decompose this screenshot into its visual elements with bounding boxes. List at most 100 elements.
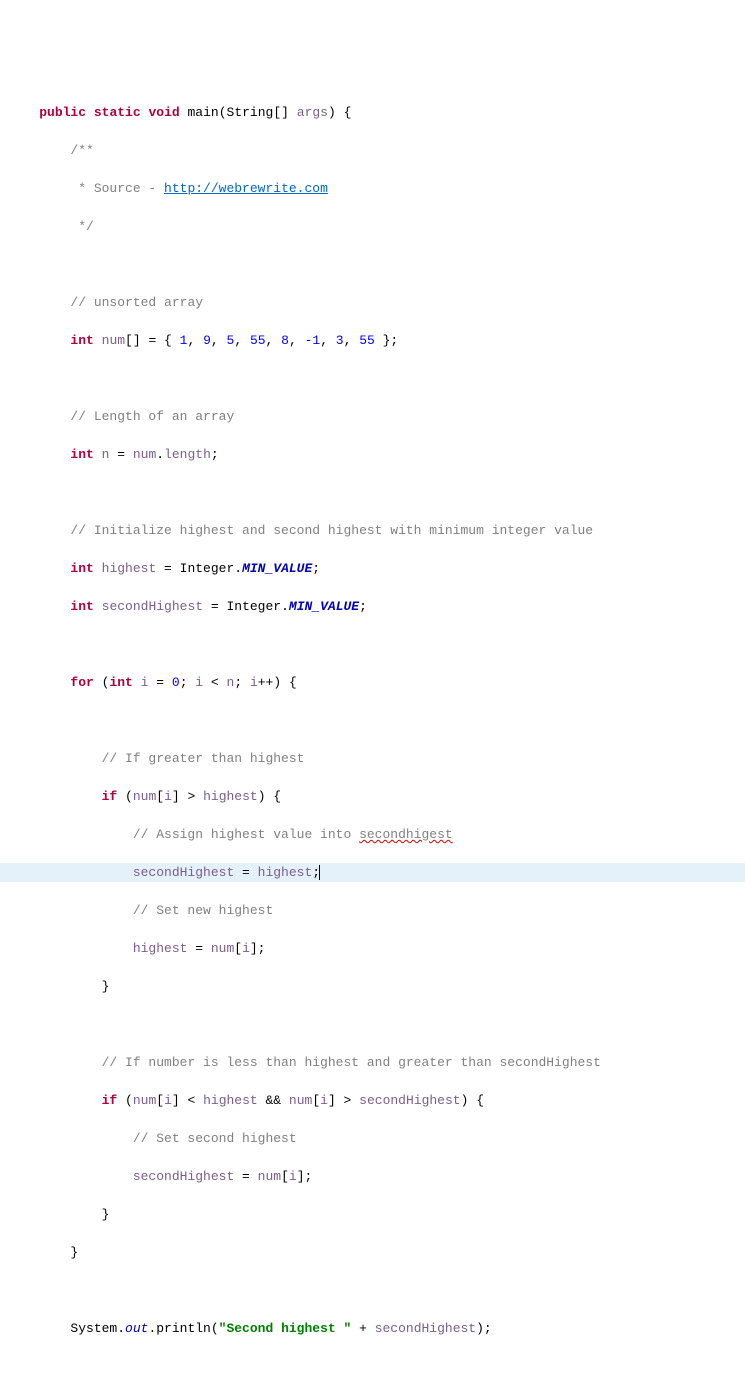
line-comment: // Initialize highest and second highest… [70, 523, 593, 538]
var-secondhighest: secondHighest [133, 1169, 234, 1184]
code-line [0, 1015, 745, 1034]
punct: = [234, 1169, 257, 1184]
punct: ); [476, 1321, 492, 1336]
comma: , [266, 333, 282, 348]
punct: = Integer. [203, 599, 289, 614]
code-line: // Initialize highest and second highest… [0, 521, 745, 540]
var-highest: highest [203, 789, 258, 804]
number-literal: 3 [336, 333, 344, 348]
code-line: System.out.println("Second highest " + s… [0, 1319, 745, 1338]
punct: = Integer. [156, 561, 242, 576]
code-line: // Length of an array [0, 407, 745, 426]
keyword-int: int [70, 599, 93, 614]
code-line: } [0, 1243, 745, 1262]
keyword-void: void [148, 105, 179, 120]
block-comment-close: */ [70, 219, 93, 234]
code-line: // Set new highest [0, 901, 745, 920]
code-line: // Assign highest value into secondhiges… [0, 825, 745, 844]
code-line: // If greater than highest [0, 749, 745, 768]
comma: , [320, 333, 336, 348]
class-system: System. [70, 1321, 125, 1336]
comma: , [234, 333, 250, 348]
bracket: [ [281, 1169, 289, 1184]
close-brace: } [70, 1245, 78, 1260]
bracket: [ [156, 1093, 164, 1108]
number-literal: 0 [172, 675, 180, 690]
code-line-current: secondHighest = highest; [0, 863, 745, 882]
semicolon: ; [312, 561, 320, 576]
keyword-if: if [102, 789, 118, 804]
number-literal: -1 [305, 333, 321, 348]
type-string: String [227, 105, 274, 120]
code-line: secondHighest = num[i]; [0, 1167, 745, 1186]
punct: ) { [461, 1093, 484, 1108]
code-line [0, 483, 745, 502]
block-comment-text: Source - [94, 181, 164, 196]
code-line: int highest = Integer.MIN_VALUE; [0, 559, 745, 578]
code-line [0, 255, 745, 274]
punct: ]; [297, 1169, 313, 1184]
comment-url: http://webrewrite.com [164, 181, 328, 196]
var-i: i [195, 675, 203, 690]
number-literal: 8 [281, 333, 289, 348]
var-highest: highest [102, 561, 157, 576]
var-i: i [250, 675, 258, 690]
code-line: // Set second highest [0, 1129, 745, 1148]
punct: = [148, 675, 171, 690]
punct: ( [94, 675, 110, 690]
punct: ] < [172, 1093, 203, 1108]
keyword-int: int [109, 675, 132, 690]
var-num: num [102, 333, 125, 348]
var-highest: highest [203, 1093, 258, 1108]
keyword-int: int [70, 447, 93, 462]
block-comment-open: /** [70, 143, 93, 158]
punct: ++) { [258, 675, 297, 690]
punct: ) { [328, 105, 351, 120]
code-line: public static void main(String[] args) { [0, 103, 745, 122]
code-line [0, 635, 745, 654]
line-comment: // Assign highest value into [133, 827, 359, 842]
keyword-if: if [102, 1093, 118, 1108]
var-i: i [320, 1093, 328, 1108]
var-num: num [289, 1093, 312, 1108]
punct: = [187, 941, 210, 956]
number-literal: 9 [203, 333, 211, 348]
line-comment: // If number is less than highest and gr… [102, 1055, 601, 1070]
code-line: if (num[i] > highest) { [0, 787, 745, 806]
number-literal: 55 [359, 333, 375, 348]
line-comment: // Set new highest [133, 903, 273, 918]
code-line: highest = num[i]; [0, 939, 745, 958]
var-highest: highest [133, 941, 188, 956]
code-line: if (num[i] < highest && num[i] > secondH… [0, 1091, 745, 1110]
line-comment: // unsorted array [70, 295, 203, 310]
line-comment: // If greater than highest [102, 751, 305, 766]
spellcheck-error: secondhigest [359, 827, 453, 842]
code-line [0, 711, 745, 730]
method-name: main [188, 105, 219, 120]
bracket: [ [234, 941, 242, 956]
number-literal: 55 [250, 333, 266, 348]
var-i: i [242, 941, 250, 956]
close-brace: } [102, 979, 110, 994]
keyword-int: int [70, 333, 93, 348]
code-editor[interactable]: public static void main(String[] args) {… [0, 84, 745, 1357]
bracket: [ [156, 789, 164, 804]
line-comment: // Set second highest [133, 1131, 297, 1146]
code-line [0, 369, 745, 388]
comma: , [187, 333, 203, 348]
punct: < [203, 675, 226, 690]
var-secondhighest: secondHighest [359, 1093, 460, 1108]
keyword-for: for [70, 675, 93, 690]
constant-min-value: MIN_VALUE [242, 561, 312, 576]
param-args: args [297, 105, 328, 120]
code-line: int num[] = { 1, 9, 5, 55, 8, -1, 3, 55 … [0, 331, 745, 350]
punct: = [234, 865, 257, 880]
var-num: num [258, 1169, 281, 1184]
punct: ) { [258, 789, 281, 804]
var-highest: highest [258, 865, 313, 880]
punct: ( [117, 789, 133, 804]
code-line: int secondHighest = Integer.MIN_VALUE; [0, 597, 745, 616]
punct: ]; [250, 941, 266, 956]
punct: = { [141, 333, 180, 348]
var-i: i [289, 1169, 297, 1184]
